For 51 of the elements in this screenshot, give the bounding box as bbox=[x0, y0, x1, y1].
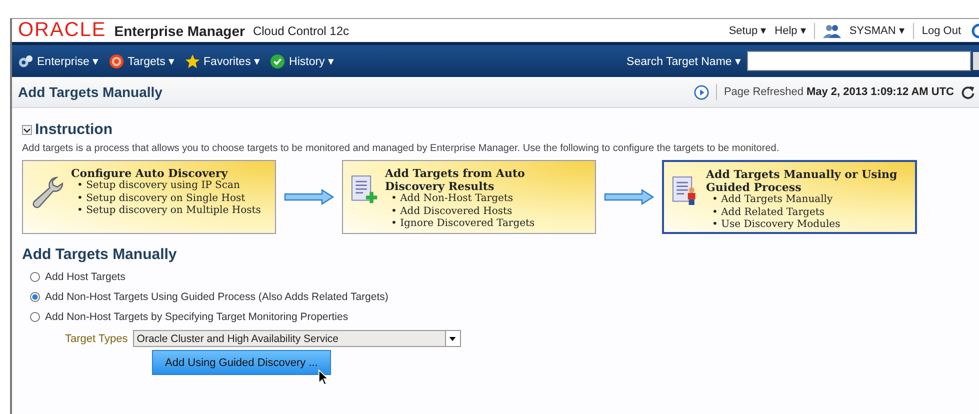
page-refreshed-time: May 2, 2013 1:09:12 AM UTC bbox=[806, 86, 954, 98]
step-bullet: • Add Targets Manually bbox=[711, 194, 834, 206]
instruction-text: Add targets is a process that allows you to choose targets to be monitored and managed by Enterprise Manager. Use the following to configure the targets to be monitored. bbox=[22, 143, 780, 154]
refresh-icon[interactable] bbox=[961, 84, 975, 100]
arrow-icon bbox=[604, 189, 654, 205]
radio-option[interactable]: Add Non-Host Targets Using Guided Process (Also Adds Related Targets) bbox=[22, 287, 971, 307]
step-bullet: • Ignore Discovered Targets bbox=[390, 218, 536, 230]
step-bullet: • Use Discovery Modules bbox=[711, 219, 842, 232]
section-heading: Instruction bbox=[35, 121, 112, 138]
user-menu[interactable]: SYSMAN ▾ bbox=[849, 24, 905, 37]
search-field[interactable] bbox=[747, 51, 971, 71]
nav-menu[interactable]: Targets ▾ bbox=[108, 54, 175, 68]
step-bullet: • Add Non-Host Targets bbox=[390, 193, 514, 206]
target-types-label: Target Types bbox=[65, 332, 128, 344]
play-icon[interactable] bbox=[694, 84, 709, 100]
header-menu-link[interactable]: Help ▾ bbox=[774, 24, 806, 37]
step-bullet: • Setup discovery on Single Host bbox=[76, 192, 246, 205]
gears-icon bbox=[18, 54, 33, 68]
target-types-select[interactable]: Oracle Cluster and High Availability Service bbox=[132, 330, 461, 347]
radio-option[interactable]: Add Host Targets bbox=[22, 267, 971, 287]
collapse-icon[interactable] bbox=[22, 124, 32, 134]
nav-menu[interactable]: Favorites ▾ bbox=[184, 54, 260, 68]
step-bullet: • Setup discovery on Multiple Hosts bbox=[76, 205, 261, 218]
document-add-icon bbox=[351, 175, 379, 205]
wrench-icon bbox=[31, 175, 65, 209]
users-icon bbox=[823, 24, 842, 38]
header-menu-link[interactable]: Setup ▾ bbox=[728, 24, 767, 37]
step-title: Configure Auto Discovery bbox=[71, 167, 229, 180]
product-edition: Cloud Control 12c bbox=[252, 24, 350, 38]
logout-link[interactable]: Log Out bbox=[922, 24, 961, 36]
step-bullet: • Setup discovery using IP Scan bbox=[76, 180, 241, 192]
check-circle-icon bbox=[270, 54, 286, 68]
oracle-logo: ORACLE bbox=[18, 19, 106, 42]
nav-menu[interactable]: History ▾ bbox=[270, 54, 334, 68]
star-icon bbox=[184, 54, 200, 68]
step-bullet: • Add Discovered Hosts bbox=[390, 206, 514, 218]
arrow-icon bbox=[284, 189, 334, 205]
nav-menu[interactable]: Enterprise ▾ bbox=[18, 54, 99, 68]
page-refreshed-label: Page Refreshed bbox=[724, 86, 804, 98]
page-title: Add Targets Manually bbox=[18, 84, 162, 100]
product-name: Enterprise Manager bbox=[114, 22, 245, 38]
radio-option[interactable]: Add Non-Host Targets by Specifying Target Monitoring Properties bbox=[22, 307, 971, 327]
add-guided-discovery-button[interactable]: Add Using Guided Discovery ... bbox=[152, 350, 331, 375]
step-title: Add Targets from Auto Discovery Results bbox=[385, 167, 526, 193]
step-bullet: • Add Related Targets bbox=[711, 206, 826, 219]
dropdown-caret-icon bbox=[449, 336, 456, 340]
mouse-pointer-icon bbox=[318, 369, 329, 386]
step-title: Add Targets Manually or Using Guided Process bbox=[706, 168, 898, 194]
target-icon bbox=[108, 54, 124, 68]
section-heading: Add Targets Manually bbox=[22, 246, 178, 263]
search-type-menu[interactable]: Search Target Name ▾ bbox=[626, 54, 741, 68]
